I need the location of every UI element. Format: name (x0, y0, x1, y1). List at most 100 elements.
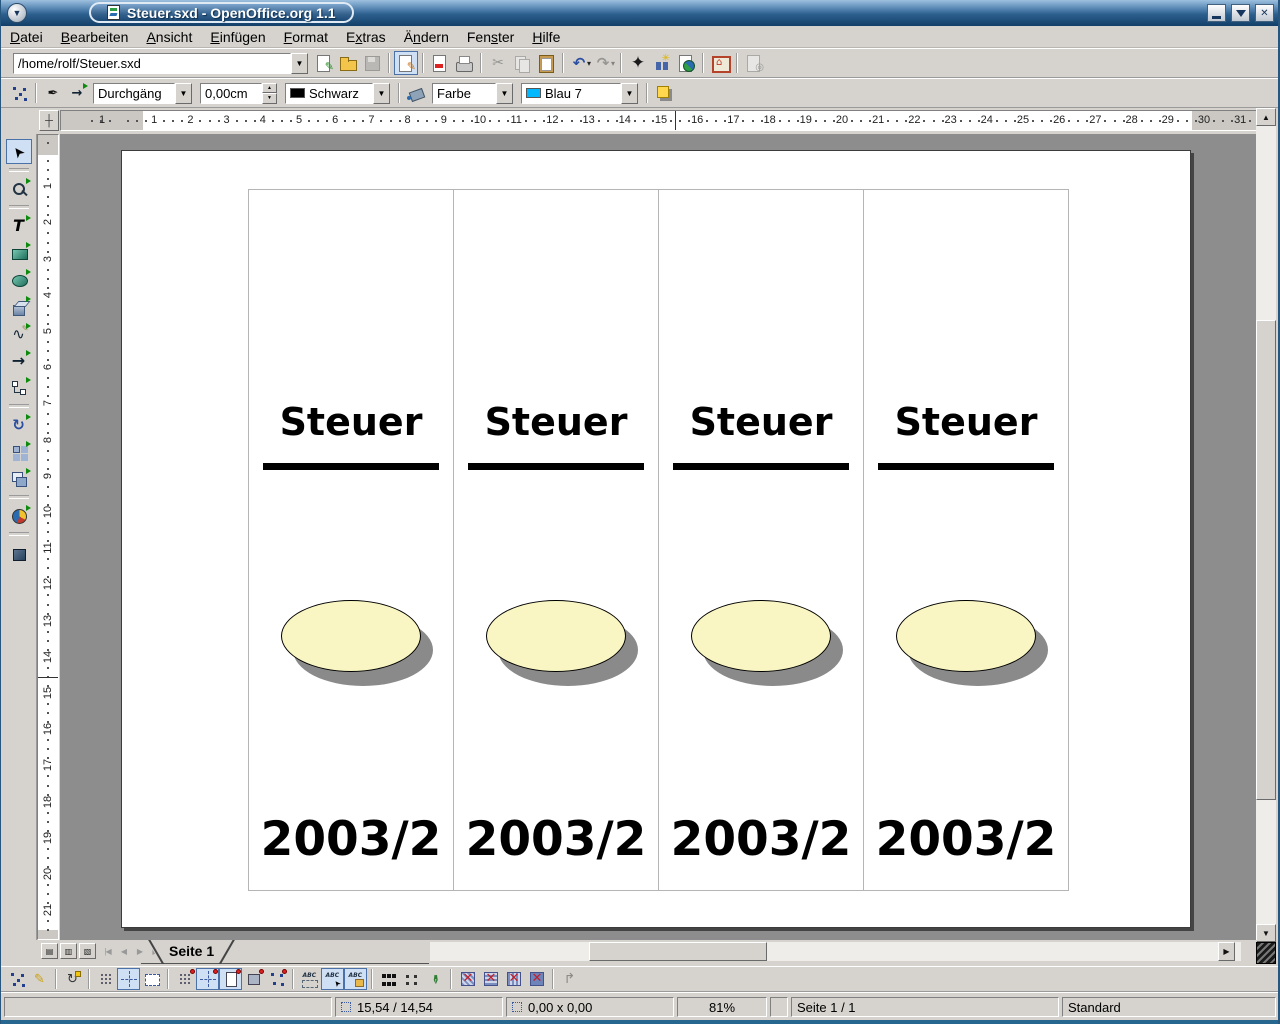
lines-arrows-tool[interactable] (6, 348, 32, 373)
arrange-tool[interactable] (6, 466, 32, 491)
fill-color-select[interactable]: Blau 7 (521, 83, 621, 104)
line-style-select[interactable]: Durchgäng (93, 83, 175, 104)
spin-up-button[interactable]: ▲ (262, 83, 277, 94)
rectangle-tool[interactable] (6, 240, 32, 265)
simple-handles-button[interactable] (377, 968, 400, 990)
undo-button[interactable]: ▾ (568, 51, 592, 75)
vertical-ruler[interactable]: 123456789101112131415161718192021 (37, 134, 59, 940)
connector-tool[interactable] (6, 375, 32, 400)
scroll-down-button[interactable]: ▼ (1256, 924, 1276, 942)
label-period[interactable]: 2003/2 (864, 812, 1068, 867)
label-rule[interactable] (263, 463, 439, 470)
arrow-style-button[interactable] (65, 81, 89, 105)
picture-placeholder-button[interactable] (456, 968, 479, 990)
url-dropdown-button[interactable]: ▼ (291, 53, 308, 74)
line-color-select[interactable]: Schwarz (285, 83, 373, 104)
effects-rotate-tool[interactable] (6, 412, 32, 437)
paste-button[interactable] (534, 51, 558, 75)
edit-file-button[interactable] (394, 51, 418, 75)
navigator-button[interactable] (626, 51, 650, 75)
status-zoom-field[interactable]: 81% (677, 997, 767, 1017)
minimize-button[interactable] (1207, 4, 1226, 22)
modify-attributes-button[interactable] (423, 968, 446, 990)
label-title[interactable]: Steuer (659, 400, 863, 444)
ellipse-tool[interactable] (6, 267, 32, 292)
horizontal-scroll-thumb[interactable] (589, 942, 767, 961)
double-click-text-button[interactable] (344, 968, 367, 990)
snap-points-button[interactable] (265, 968, 288, 990)
maximize-button[interactable] (1231, 4, 1250, 22)
insert-tool[interactable] (6, 503, 32, 528)
scroll-up-button[interactable]: ▲ (1256, 108, 1276, 126)
ellipse-shape[interactable] (486, 600, 626, 672)
select-text-area-button[interactable] (321, 968, 344, 990)
url-input[interactable] (13, 53, 291, 74)
menu-hilfe[interactable]: Hilfe (523, 28, 569, 46)
ruler-origin-button[interactable]: ┼ (39, 110, 59, 131)
fill-color-dropdown[interactable]: ▼ (621, 83, 638, 104)
menu-ndern[interactable]: Ändern (395, 28, 458, 46)
label-rule[interactable] (468, 463, 644, 470)
label-period[interactable]: 2003/2 (454, 812, 658, 867)
scroll-right-button[interactable]: ▶ (1218, 942, 1235, 961)
edit-points-button[interactable] (5, 968, 28, 990)
fill-dialog-button[interactable] (404, 81, 428, 105)
3d-objects-tool[interactable] (6, 294, 32, 319)
stylist-button[interactable] (650, 51, 674, 75)
rotation-mode-button[interactable] (61, 968, 84, 990)
horizontal-ruler[interactable]: 1234567891011121314151617181920212223242… (60, 110, 1257, 131)
text-placeholder-button[interactable] (502, 968, 525, 990)
label-rule[interactable] (878, 463, 1054, 470)
label-title[interactable]: Steuer (249, 400, 453, 444)
ellipse-shape[interactable] (281, 600, 421, 672)
snap-border-button[interactable] (242, 968, 265, 990)
new-document-button[interactable] (312, 51, 336, 75)
page-view-button[interactable]: ▤ (41, 943, 58, 959)
menu-einfgen[interactable]: Einfügen (201, 28, 274, 46)
fill-type-dropdown[interactable]: ▼ (496, 83, 513, 104)
vertical-scroll-thumb[interactable] (1256, 320, 1276, 800)
show-guides-button[interactable] (117, 968, 140, 990)
label-column-1[interactable]: Steuer 2003/2 (248, 189, 454, 891)
layer-view-button[interactable]: ▧ (79, 943, 96, 959)
vertical-scrollbar[interactable]: ▲ ▼ (1256, 108, 1276, 964)
gallery-button[interactable] (708, 51, 732, 75)
alignment-tool[interactable] (6, 439, 32, 464)
fill-type-select[interactable]: Farbe (432, 83, 496, 104)
ellipse-shape[interactable] (691, 600, 831, 672)
guides-front-button[interactable] (140, 968, 163, 990)
title-pill[interactable]: Steuer.sxd - OpenOffice.org 1.1 (89, 2, 354, 23)
ellipse-shape[interactable] (896, 600, 1036, 672)
print-button[interactable] (452, 51, 476, 75)
line-width-field[interactable]: 0,00cm (200, 83, 262, 104)
label-column-2[interactable]: Steuer 2003/2 (453, 189, 659, 891)
large-handles-button[interactable] (400, 968, 423, 990)
curve-tool[interactable] (6, 321, 32, 346)
snap-margins-button[interactable] (219, 968, 242, 990)
select-tool[interactable] (6, 139, 32, 164)
interaction-tool[interactable] (6, 540, 32, 565)
edit-points-toggle[interactable] (7, 81, 31, 105)
label-column-4[interactable]: Steuer 2003/2 (863, 189, 1069, 891)
glue-points-button[interactable] (28, 968, 51, 990)
label-column-3[interactable]: Steuer 2003/2 (658, 189, 864, 891)
shadow-toggle[interactable] (652, 81, 676, 105)
document-page[interactable]: Steuer 2003/2 Steuer 2003/2 Steuer (121, 150, 1191, 928)
contour-mode-button[interactable] (479, 968, 502, 990)
line-dialog-button[interactable] (41, 81, 65, 105)
menu-fenster[interactable]: Fenster (458, 28, 523, 46)
menu-ansicht[interactable]: Ansicht (137, 28, 201, 46)
window-menu-button[interactable]: ▼ (7, 3, 27, 23)
line-style-dropdown[interactable]: ▼ (175, 83, 192, 104)
open-button[interactable] (336, 51, 360, 75)
export-pdf-button[interactable] (428, 51, 452, 75)
line-contour-button[interactable] (525, 968, 548, 990)
snap-guides-button[interactable] (196, 968, 219, 990)
horizontal-scrollbar[interactable] (430, 942, 1241, 961)
quick-edit-button[interactable] (298, 968, 321, 990)
show-grid-button[interactable] (94, 968, 117, 990)
label-period[interactable]: 2003/2 (659, 812, 863, 867)
label-rule[interactable] (673, 463, 849, 470)
label-period[interactable]: 2003/2 (249, 812, 453, 867)
snap-grid-button[interactable] (173, 968, 196, 990)
